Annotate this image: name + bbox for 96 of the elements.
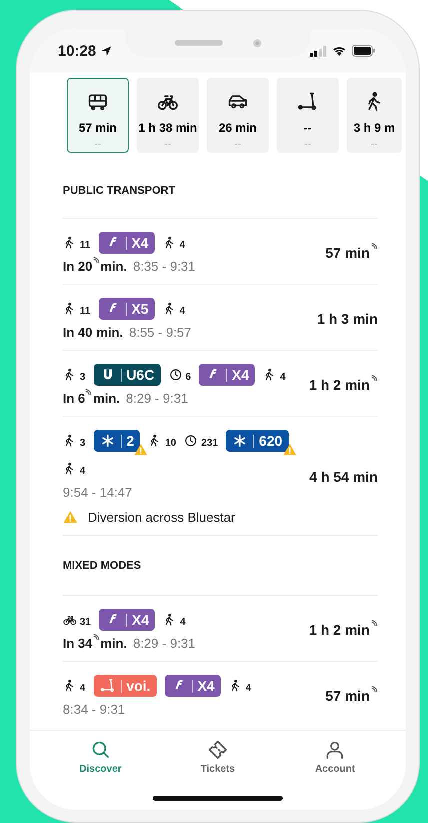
time-range: 8:55 - 9:57 [129, 325, 192, 340]
tab-item[interactable]: Discover [60, 739, 141, 779]
bicycle-icon [63, 613, 77, 627]
departure-unit: min. [100, 636, 128, 651]
route-row[interactable]: 4 voi. X4 4 8:34 - 9:31 57 min [63, 661, 378, 727]
mode-card[interactable]: 1 h 38 min -- [137, 78, 199, 153]
mode-detail: -- [234, 139, 242, 150]
camera-icon [252, 38, 262, 48]
mode-detail: -- [94, 139, 102, 150]
departure-time: In 6 [63, 391, 86, 406]
signal-icon [310, 46, 327, 56]
mode-duration: -- [304, 121, 312, 135]
wifi-icon [332, 46, 347, 56]
trip-duration: 1 h 2 min [309, 376, 370, 392]
clock-icon [184, 434, 198, 448]
mode-detail: -- [371, 139, 378, 150]
line-label: U6C [126, 367, 155, 383]
line-label: X4 [232, 367, 250, 383]
tab-item[interactable]: Tickets [178, 739, 258, 779]
leg-count: 4 [246, 683, 252, 694]
time-range: 8:29 - 9:31 [133, 636, 196, 651]
mode-duration: 26 min [218, 121, 257, 135]
route-row[interactable]: 11 X5 4 In 40 min. 8:55 - 9:57 1 h 3 min [63, 284, 378, 350]
departure-time: In 34 [63, 636, 93, 651]
warning-icon [282, 443, 297, 457]
leg-count: 4 [80, 683, 86, 694]
departure-time: In 20 [63, 259, 93, 274]
time-range: 8:34 - 9:31 [63, 702, 126, 717]
time-range: 9:54 - 14:47 [63, 485, 132, 500]
leg-count: 3 [80, 438, 86, 449]
scooter-icon [297, 91, 319, 113]
clock-icon [168, 368, 183, 382]
leg-count: 4 [80, 466, 86, 477]
scooter-icon [100, 678, 116, 694]
trip-duration: 4 h 54 min [310, 469, 378, 485]
leg-count: 11 [80, 306, 91, 317]
section-title: PUBLIC TRANSPORT [63, 184, 176, 196]
realtime-icon [371, 374, 378, 382]
mode-card[interactable]: 57 min -- [67, 78, 129, 153]
mode-duration: 1 h 38 min [138, 121, 198, 135]
mode-detail: -- [304, 139, 312, 150]
battery-icon [352, 45, 376, 57]
line-label: voi. [126, 678, 151, 694]
leg-count: 4 [180, 617, 186, 628]
mode-duration: 3 h 9 m [354, 121, 396, 135]
alert-text: Diversion across Bluestar [88, 510, 236, 525]
leg-count: 4 [180, 240, 186, 251]
realtime-icon [371, 620, 378, 626]
departure-unit: min. [93, 391, 120, 406]
leg-count: 10 [165, 438, 176, 449]
route-row[interactable]: 3 U6C 6 X4 4 In 6 min. 8:29 - 9:31 1 h 2 min [63, 350, 378, 416]
trip-duration: 57 min [326, 244, 370, 260]
realtime-icon [92, 634, 100, 641]
trip-duration: 1 h 2 min [309, 622, 370, 638]
asterisk-icon [232, 433, 248, 449]
trip-duration: 1 h 3 min [317, 310, 378, 326]
realtime-icon [371, 242, 378, 250]
leg-count: 231 [201, 438, 218, 449]
route-row[interactable]: 31 X4 4 In 34 min. 8:29 - 9:31 1 h 2 min [63, 595, 378, 661]
route-row[interactable]: 11 X4 4 In 20 min. 8:35 - 9:31 57 min [63, 218, 378, 284]
line-label: 620 [259, 433, 283, 449]
asterisk-icon [100, 433, 116, 449]
departure-unit: min. [100, 259, 128, 274]
line-label: 2 [126, 433, 134, 449]
time-range: 8:29 - 9:31 [126, 391, 188, 406]
line-label: X4 [132, 612, 150, 628]
line-label: X5 [132, 301, 149, 317]
leg-count: 4 [180, 306, 186, 317]
speaker-icon [174, 40, 222, 46]
realtime-icon [85, 389, 92, 396]
warning-icon [63, 510, 78, 525]
time-range: 8:35 - 9:31 [133, 259, 196, 274]
realtime-icon [92, 257, 100, 264]
tab-item[interactable]: Account [295, 739, 376, 779]
trip-duration: 57 min [326, 688, 370, 704]
mode-card[interactable]: -- -- [277, 78, 339, 153]
departure-time: In 40 [63, 325, 93, 340]
mode-card[interactable]: 3 h 9 m -- [347, 78, 402, 153]
line-label: X4 [132, 235, 149, 251]
route-row[interactable]: 3 2 10 231 620 4 9:54 - 14:47 Diversion across Bluestar 4 h 54 min [63, 416, 378, 535]
leg-count: 11 [80, 240, 91, 251]
leg-count: 6 [186, 372, 192, 383]
leg-count: 31 [80, 617, 92, 628]
mode-card[interactable]: 26 min -- [207, 78, 269, 153]
departure-unit: min. [96, 325, 124, 340]
ticket-icon [206, 739, 229, 761]
section-title: MIXED MODES [63, 560, 142, 572]
mode-detail: -- [164, 139, 172, 150]
mode-duration: 57 min [78, 121, 117, 135]
clock-time: 10:28 [58, 42, 96, 60]
warning-icon [134, 443, 148, 457]
line-label: X4 [198, 678, 215, 694]
location-arrow-icon [100, 44, 114, 58]
leg-count: 3 [80, 372, 86, 383]
realtime-icon [371, 686, 378, 692]
leg-count: 4 [280, 372, 286, 383]
